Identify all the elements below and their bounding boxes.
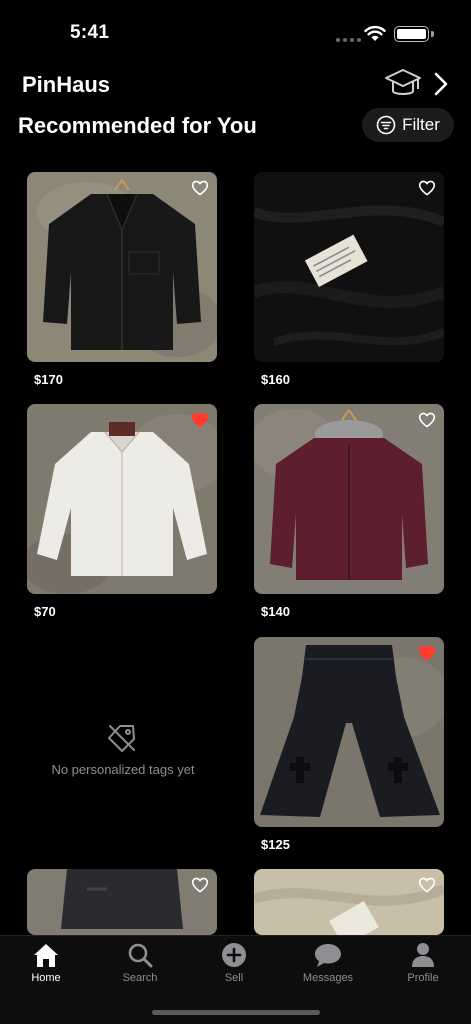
beige-fabric-partial-photo [254, 869, 444, 935]
black-jeans-partial-photo [27, 869, 217, 935]
tag-off-icon [108, 725, 135, 752]
filter-label: Filter [402, 115, 440, 134]
product-card[interactable] [254, 637, 444, 827]
battery-icon [394, 26, 429, 42]
tab-label: Messages [302, 972, 354, 984]
price-label: $140 [261, 604, 290, 619]
white-shirt-photo [27, 404, 217, 594]
price-label: $70 [34, 604, 56, 619]
product-card[interactable] [254, 172, 444, 362]
price-label: $170 [34, 372, 63, 387]
product-card[interactable] [27, 869, 217, 935]
heart-icon[interactable] [418, 412, 436, 428]
product-card[interactable] [27, 172, 217, 362]
section-title: Recommended for You [18, 113, 257, 138]
status-time: 5:41 [70, 22, 110, 43]
leather-jacket-photo [27, 172, 217, 362]
filter-icon [376, 115, 396, 135]
search-icon [128, 943, 153, 968]
heart-icon[interactable] [191, 877, 209, 893]
price-label: $125 [261, 837, 290, 852]
burgundy-jacket-photo [254, 404, 444, 594]
battery-tip [431, 31, 434, 37]
tab-label: Search [122, 972, 158, 984]
heart-icon[interactable] [418, 645, 436, 661]
price-label: $160 [261, 372, 290, 387]
product-card[interactable] [254, 404, 444, 594]
status-bar: 5:41 [0, 0, 471, 64]
chevron-right-icon[interactable] [433, 72, 449, 96]
heart-icon[interactable] [191, 412, 209, 428]
home-icon [34, 944, 58, 967]
product-card[interactable] [27, 404, 217, 594]
tab-home[interactable]: Home [6, 942, 86, 984]
wifi-icon [364, 25, 386, 41]
black-jeans-photo [254, 637, 444, 827]
tab-label: Profile [407, 972, 439, 984]
tab-label: Home [31, 972, 61, 984]
tab-label: Sell [224, 972, 244, 984]
heart-icon[interactable] [418, 877, 436, 893]
filter-button[interactable]: Filter [362, 108, 454, 142]
tab-sell[interactable]: Sell [194, 942, 274, 984]
black-fabric-label-photo [254, 172, 444, 362]
plus-circle-icon [222, 943, 246, 967]
empty-state-text: No personalized tags yet [51, 762, 195, 777]
heart-icon[interactable] [418, 180, 436, 196]
person-icon [412, 943, 434, 967]
tab-messages[interactable]: Messages [288, 942, 368, 984]
signal-icon [336, 38, 361, 42]
heart-icon[interactable] [191, 180, 209, 196]
graduation-cap-icon[interactable] [384, 67, 422, 101]
tab-search[interactable]: Search [100, 942, 180, 984]
product-card[interactable] [254, 869, 444, 935]
chat-bubble-icon [315, 944, 341, 967]
app-title: PinHaus [22, 72, 111, 97]
tab-profile[interactable]: Profile [383, 942, 463, 984]
home-indicator [152, 1010, 320, 1015]
